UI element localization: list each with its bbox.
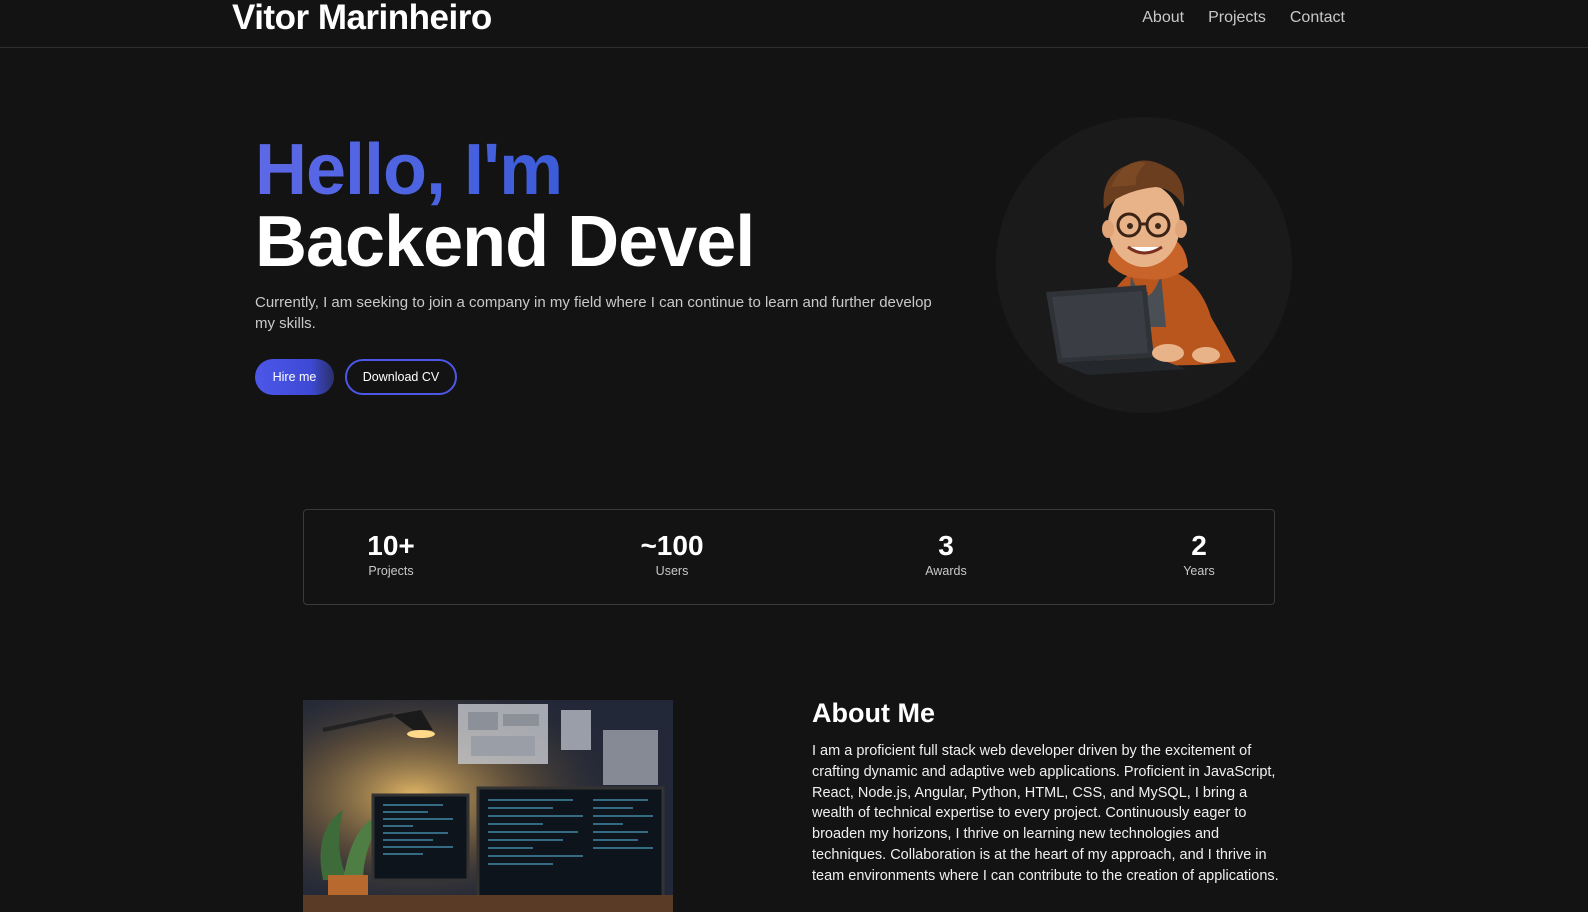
stat-value: ~100 xyxy=(640,530,704,561)
stat-years: 2 Years xyxy=(1129,530,1269,578)
stat-value: 10+ xyxy=(367,530,415,561)
stat-value: 2 xyxy=(1191,530,1207,561)
download-cv-button[interactable]: Download CV xyxy=(345,359,457,395)
hero-description: Currently, I am seeking to join a compan… xyxy=(255,294,932,332)
hero-role-typing: Backend Devel xyxy=(255,202,755,282)
stat-label: Projects xyxy=(368,564,414,578)
stat-projects: 10+ Projects xyxy=(321,530,461,578)
brand-logo-link[interactable]: Vitor Marinheiro xyxy=(232,0,492,38)
about-title: About Me xyxy=(812,698,935,728)
nav-link-contact[interactable]: Contact xyxy=(1290,9,1345,27)
stat-users: ~100 Users xyxy=(602,530,742,578)
stats-panel: 10+ Projects ~100 Users 3 Awards 2 Years xyxy=(303,509,1275,605)
nav-links: About Projects Contact xyxy=(1142,9,1345,27)
developer-avatar-illustration xyxy=(1046,160,1236,375)
avatar xyxy=(996,117,1292,413)
hero-greeting: Hello, I'm xyxy=(255,130,563,210)
nav-link-projects[interactable]: Projects xyxy=(1208,9,1266,27)
stat-label: Users xyxy=(655,564,689,578)
about-text: I am a proficient full stack web develop… xyxy=(812,743,1279,884)
navbar: Vitor Marinheiro About Projects Contact xyxy=(0,0,1588,48)
stat-label: Awards xyxy=(925,564,967,578)
workspace-illustration xyxy=(303,700,673,912)
stat-label: Years xyxy=(1183,564,1215,578)
stat-awards: 3 Awards xyxy=(876,530,1016,578)
nav-link-about[interactable]: About xyxy=(1142,9,1184,27)
hire-me-button[interactable]: Hire me xyxy=(255,359,334,395)
about-image xyxy=(303,700,673,912)
stat-value: 3 xyxy=(938,530,954,561)
